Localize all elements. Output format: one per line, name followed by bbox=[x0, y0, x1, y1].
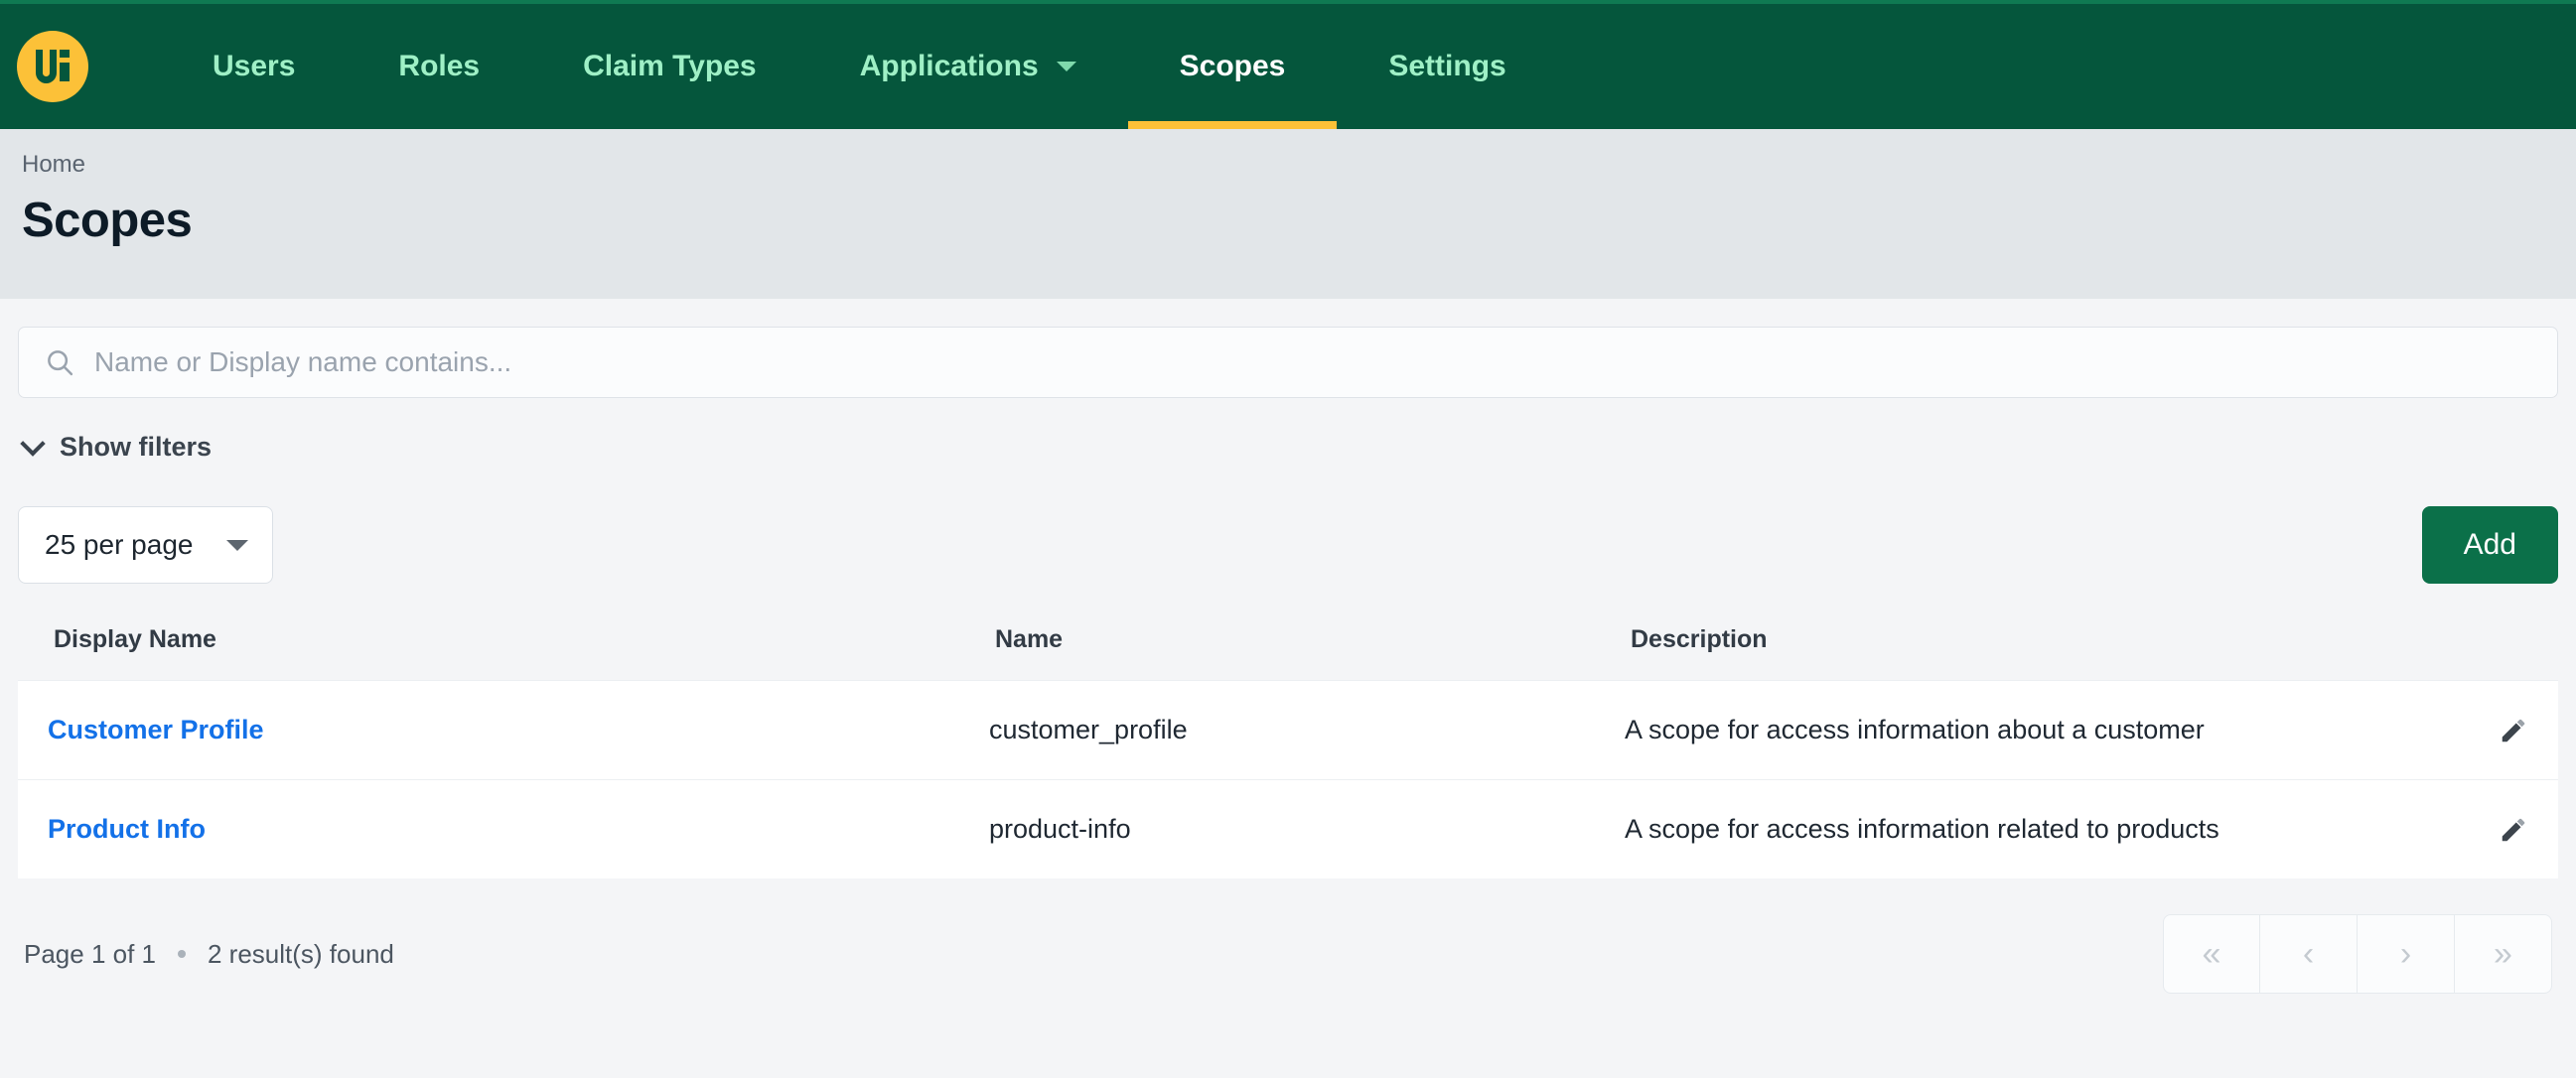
nav-item-label: Roles bbox=[398, 50, 481, 82]
edit-button[interactable] bbox=[2499, 716, 2528, 745]
cell-actions bbox=[2439, 815, 2558, 845]
pencil-icon bbox=[2502, 818, 2525, 841]
pagination-status: Page 1 of 1 2 result(s) found bbox=[24, 939, 394, 970]
chevron-down-icon bbox=[1056, 62, 1076, 71]
column-header-display-name: Display Name bbox=[54, 625, 216, 653]
search-input[interactable] bbox=[94, 328, 2531, 397]
nav-item-label: Settings bbox=[1388, 50, 1506, 82]
add-button[interactable]: Add bbox=[2421, 506, 2558, 584]
show-filters-toggle[interactable]: Show filters bbox=[18, 398, 217, 463]
page-title: Scopes bbox=[22, 194, 193, 247]
nav-item-label: Applications bbox=[859, 50, 1039, 82]
cell-display-name: Customer Profile bbox=[18, 715, 989, 745]
scope-link[interactable]: Product Info bbox=[48, 814, 206, 844]
page-indicator: Page 1 of 1 bbox=[24, 938, 156, 969]
table-row: Customer Profile customer_profile A scop… bbox=[18, 680, 2558, 779]
per-page-select[interactable]: 25 per page bbox=[18, 506, 274, 584]
cell-description: A scope for access information related t… bbox=[1625, 814, 2219, 844]
last-page-button[interactable]: » bbox=[2455, 914, 2552, 994]
cell-display-name: Product Info bbox=[18, 814, 989, 845]
ui-logo-icon bbox=[17, 31, 88, 102]
nav-item-scopes[interactable]: Scopes bbox=[1127, 4, 1338, 129]
table-header-row: Display Name Name Description bbox=[18, 625, 2558, 680]
table-toolbar: 25 per page Add bbox=[18, 463, 2558, 584]
search-row bbox=[18, 299, 2558, 398]
cell-actions bbox=[2439, 716, 2558, 745]
previous-page-button[interactable]: ‹ bbox=[2260, 914, 2358, 994]
nav-item-settings[interactable]: Settings bbox=[1337, 4, 1557, 129]
column-header-description: Description bbox=[1631, 625, 1768, 653]
per-page-label: 25 per page bbox=[45, 529, 194, 560]
table-footer: Page 1 of 1 2 result(s) found « ‹ › » bbox=[18, 878, 2558, 994]
nav-item-applications[interactable]: Applications bbox=[808, 4, 1128, 129]
nav-item-label: Scopes bbox=[1179, 50, 1286, 82]
nav-item-claim-types[interactable]: Claim Types bbox=[531, 4, 808, 129]
nav-item-label: Claim Types bbox=[583, 50, 757, 82]
scope-link[interactable]: Customer Profile bbox=[48, 715, 264, 744]
nav-item-roles[interactable]: Roles bbox=[347, 4, 531, 129]
table-row: Product Info product-info A scope for ac… bbox=[18, 779, 2558, 878]
edit-button[interactable] bbox=[2499, 815, 2528, 845]
show-filters-label: Show filters bbox=[60, 432, 213, 462]
chevron-down-icon bbox=[20, 431, 46, 457]
app-logo[interactable] bbox=[14, 28, 91, 105]
separator-dot bbox=[178, 950, 186, 958]
cell-name: product-info bbox=[989, 814, 1131, 844]
logo-i-stem bbox=[60, 63, 70, 81]
search-box[interactable] bbox=[18, 327, 2558, 398]
pencil-icon bbox=[2502, 719, 2525, 741]
nav-item-users[interactable]: Users bbox=[161, 4, 347, 129]
chevron-down-icon bbox=[226, 539, 249, 551]
nav-item-list: Users Roles Claim Types Applications Sco… bbox=[161, 4, 1558, 129]
scopes-table: Display Name Name Description Customer P… bbox=[18, 625, 2558, 878]
content-area: Show filters 25 per page Add Display Nam… bbox=[0, 299, 2576, 994]
top-navbar: Users Roles Claim Types Applications Sco… bbox=[0, 0, 2576, 129]
next-page-button[interactable]: › bbox=[2358, 914, 2455, 994]
logo-i-dot bbox=[60, 50, 70, 58]
breadcrumb[interactable]: Home bbox=[22, 151, 2554, 179]
logo-u-shape bbox=[36, 50, 57, 83]
first-page-button[interactable]: « bbox=[2163, 914, 2260, 994]
search-icon bbox=[45, 347, 74, 377]
cell-description: A scope for access information about a c… bbox=[1625, 715, 2205, 744]
nav-item-label: Users bbox=[213, 50, 296, 82]
pagination-controls: « ‹ › » bbox=[2163, 914, 2552, 994]
page-header: Home Scopes bbox=[0, 129, 2576, 299]
logo-i-shape bbox=[60, 50, 70, 81]
column-header-name: Name bbox=[995, 625, 1064, 653]
result-count: 2 result(s) found bbox=[208, 938, 394, 969]
cell-name: customer_profile bbox=[989, 715, 1188, 744]
